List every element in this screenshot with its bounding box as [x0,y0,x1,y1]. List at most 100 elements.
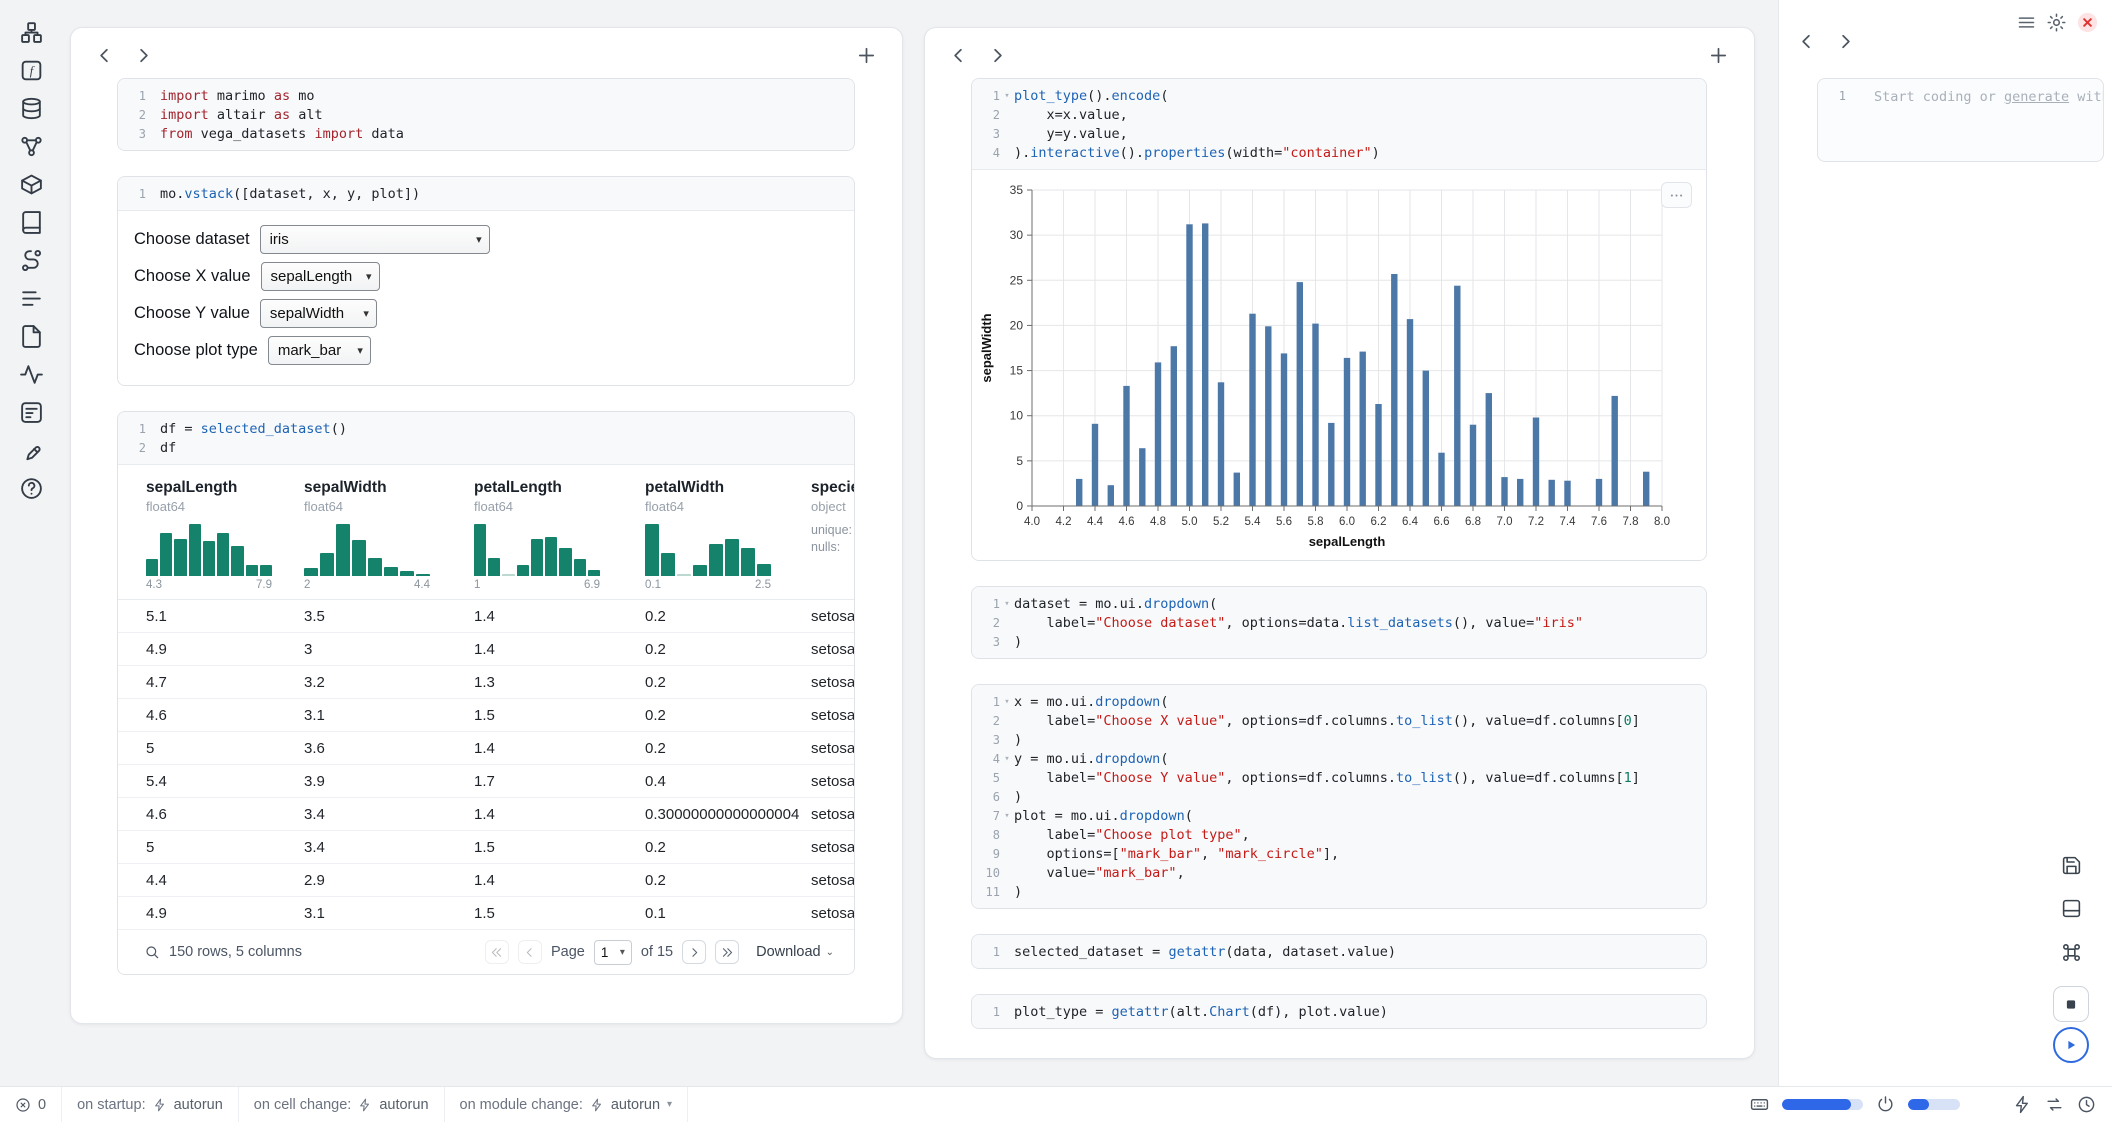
pane-next-icon[interactable] [1834,30,1857,53]
interrupt-button[interactable] [2053,986,2089,1022]
column-prev-icon[interactable] [947,44,970,67]
cell-editor[interactable]: 1▾x = mo.ui.dropdown(2 label="Choose X v… [972,685,1706,908]
code-line[interactable]: 5 label="Choose Y value", options=df.col… [972,768,1698,787]
code-line[interactable]: 1▾plot_type().encode( [972,86,1698,105]
pane-prev-icon[interactable] [1795,30,1818,53]
cpu-usage-bar[interactable] [1782,1099,1863,1110]
column-next-icon[interactable] [132,44,155,67]
swap-arrows-icon[interactable] [2045,1095,2064,1114]
fold-toggle-icon[interactable]: ▾ [1000,697,1014,707]
sidebar-item-outline[interactable] [19,286,44,311]
code-line[interactable]: 3 y=y.value, [972,124,1698,143]
errors-indicator[interactable]: 0 [0,1087,62,1122]
sidebar-item-functions[interactable]: f [19,58,44,83]
table-column-header[interactable]: petalLengthfloat6416.9 [474,479,645,591]
last-page-button[interactable] [715,940,739,964]
column-prev-icon[interactable] [93,44,116,67]
sidebar-item-packages[interactable] [19,172,44,197]
table-row[interactable]: 5.13.51.40.2setosa [118,600,854,633]
history-clock-icon[interactable] [2077,1095,2096,1114]
sidebar-item-scratchpad[interactable] [19,400,44,425]
code-line[interactable]: 11) [972,882,1698,901]
code-line[interactable]: 1import marimo as mo [118,86,846,105]
download-button[interactable]: Download⌄ [756,944,834,960]
power-icon[interactable] [1876,1095,1895,1114]
chart-actions-button[interactable] [1661,182,1692,208]
sidebar-item-help[interactable] [19,476,44,501]
bottom-panel-button[interactable] [2056,893,2086,923]
fold-toggle-icon[interactable]: ▾ [1000,91,1014,101]
column-next-icon[interactable] [986,44,1009,67]
code-line[interactable]: 1selected_dataset = getattr(data, datase… [972,942,1698,961]
fold-toggle-icon[interactable]: ▾ [1000,599,1014,609]
code-line[interactable]: 4).interactive().properties(width="conta… [972,143,1698,162]
add-cell-button[interactable] [1707,44,1730,67]
runtime-bolt-icon[interactable] [2013,1095,2032,1114]
cell-editor[interactable]: 1import marimo as mo2import altair as al… [118,79,854,150]
add-cell-button[interactable] [855,44,878,67]
fold-toggle-icon[interactable]: ▾ [1000,754,1014,764]
table-column-header[interactable]: speciesobjectunique:nulls: [811,479,854,591]
table-row[interactable]: 4.93.11.50.1setosa [118,897,854,930]
table-row[interactable]: 4.42.91.40.2setosa [118,864,854,897]
keyboard-shortcuts-button[interactable] [2056,937,2086,967]
fold-toggle-icon[interactable]: ▾ [1000,811,1014,821]
notebook-menu-icon[interactable] [2016,12,2037,33]
sidebar-item-tracer[interactable] [19,248,44,273]
code-line[interactable]: 8 label="Choose plot type", [972,825,1698,844]
table-column-header[interactable]: sepalLengthfloat644.37.9 [146,479,304,591]
previous-page-button[interactable] [518,940,542,964]
sidebar-item-snippets[interactable] [19,324,44,349]
keyboard-icon[interactable] [1750,1095,1769,1114]
code-line[interactable]: 1plot_type = getattr(alt.Chart(df), plot… [972,1002,1698,1021]
sidebar-item-logs[interactable] [19,362,44,387]
table-row[interactable]: 4.63.11.50.2setosa [118,699,854,732]
code-line[interactable]: 2 label="Choose X value", options=df.col… [972,711,1698,730]
run-all-button[interactable] [2053,1027,2089,1063]
code-line[interactable]: 7▾plot = mo.ui.dropdown( [972,806,1698,825]
code-line[interactable]: 4▾y = mo.ui.dropdown( [972,749,1698,768]
choose-y-value-select[interactable]: sepalWidth▾ [260,299,377,328]
sidebar-item-documentation[interactable] [19,210,44,235]
first-page-button[interactable] [485,940,509,964]
choose-dataset-select[interactable]: iris▾ [260,225,490,254]
choose-plot-type-select[interactable]: mark_bar▾ [268,336,371,365]
cell-editor[interactable]: 1▾plot_type().encode(2 x=x.value,3 y=y.v… [972,79,1706,169]
generate-ai-link[interactable]: generate [2004,89,2069,105]
code-line[interactable]: 2df [118,438,846,457]
next-page-button[interactable] [682,940,706,964]
code-line[interactable]: 3) [972,632,1698,651]
runtime-config-on-startup[interactable]: on startup:autorun [62,1087,239,1122]
table-row[interactable]: 53.61.40.2setosa [118,732,854,765]
save-notebook-button[interactable] [2056,850,2086,880]
sidebar-item-ai[interactable] [19,438,44,463]
table-column-header[interactable]: petalWidthfloat640.12.5 [645,479,811,591]
sidebar-item-file-tree[interactable] [19,20,44,45]
table-row[interactable]: 4.931.40.2setosa [118,633,854,666]
shutdown-close-icon[interactable] [2076,11,2099,34]
code-line[interactable]: 1df = selected_dataset() [118,419,846,438]
sidebar-item-variables[interactable] [19,134,44,159]
settings-gear-icon[interactable] [2046,12,2067,33]
code-line[interactable]: 3) [972,730,1698,749]
cell-editor[interactable]: 1▾dataset = mo.ui.dropdown(2 label="Choo… [972,587,1706,658]
memory-usage-bar[interactable] [1908,1099,1960,1110]
table-column-header[interactable]: sepalWidthfloat6424.4 [304,479,474,591]
code-line[interactable]: 1▾x = mo.ui.dropdown( [972,692,1698,711]
bar-chart-canvas[interactable]: 051015202530354.04.24.44.64.85.05.25.45.… [978,180,1678,552]
cell-editor[interactable]: 1selected_dataset = getattr(data, datase… [972,935,1706,968]
runtime-config-on-cell-change[interactable]: on cell change:autorun [239,1087,445,1122]
code-line[interactable]: 9 options=["mark_bar", "mark_circle"], [972,844,1698,863]
cell-editor[interactable]: 1df = selected_dataset()2df [118,412,854,464]
page-number-select[interactable]: 1▾ [594,940,632,965]
table-row[interactable]: 5.43.91.70.4setosa [118,765,854,798]
cell-editor[interactable]: 1mo.vstack([dataset, x, y, plot]) [118,177,854,210]
choose-x-value-select[interactable]: sepalLength▾ [261,262,380,291]
code-line[interactable]: 1▾dataset = mo.ui.dropdown( [972,594,1698,613]
table-row[interactable]: 4.63.41.40.30000000000000004setosa [118,798,854,831]
scratchpad-cell[interactable]: 1 Start coding or generate with AI [1817,78,2104,162]
code-line[interactable]: 2import altair as alt [118,105,846,124]
table-row[interactable]: 53.41.50.2setosa [118,831,854,864]
code-line[interactable]: 10 value="mark_bar", [972,863,1698,882]
code-line[interactable]: 1mo.vstack([dataset, x, y, plot]) [118,184,846,203]
